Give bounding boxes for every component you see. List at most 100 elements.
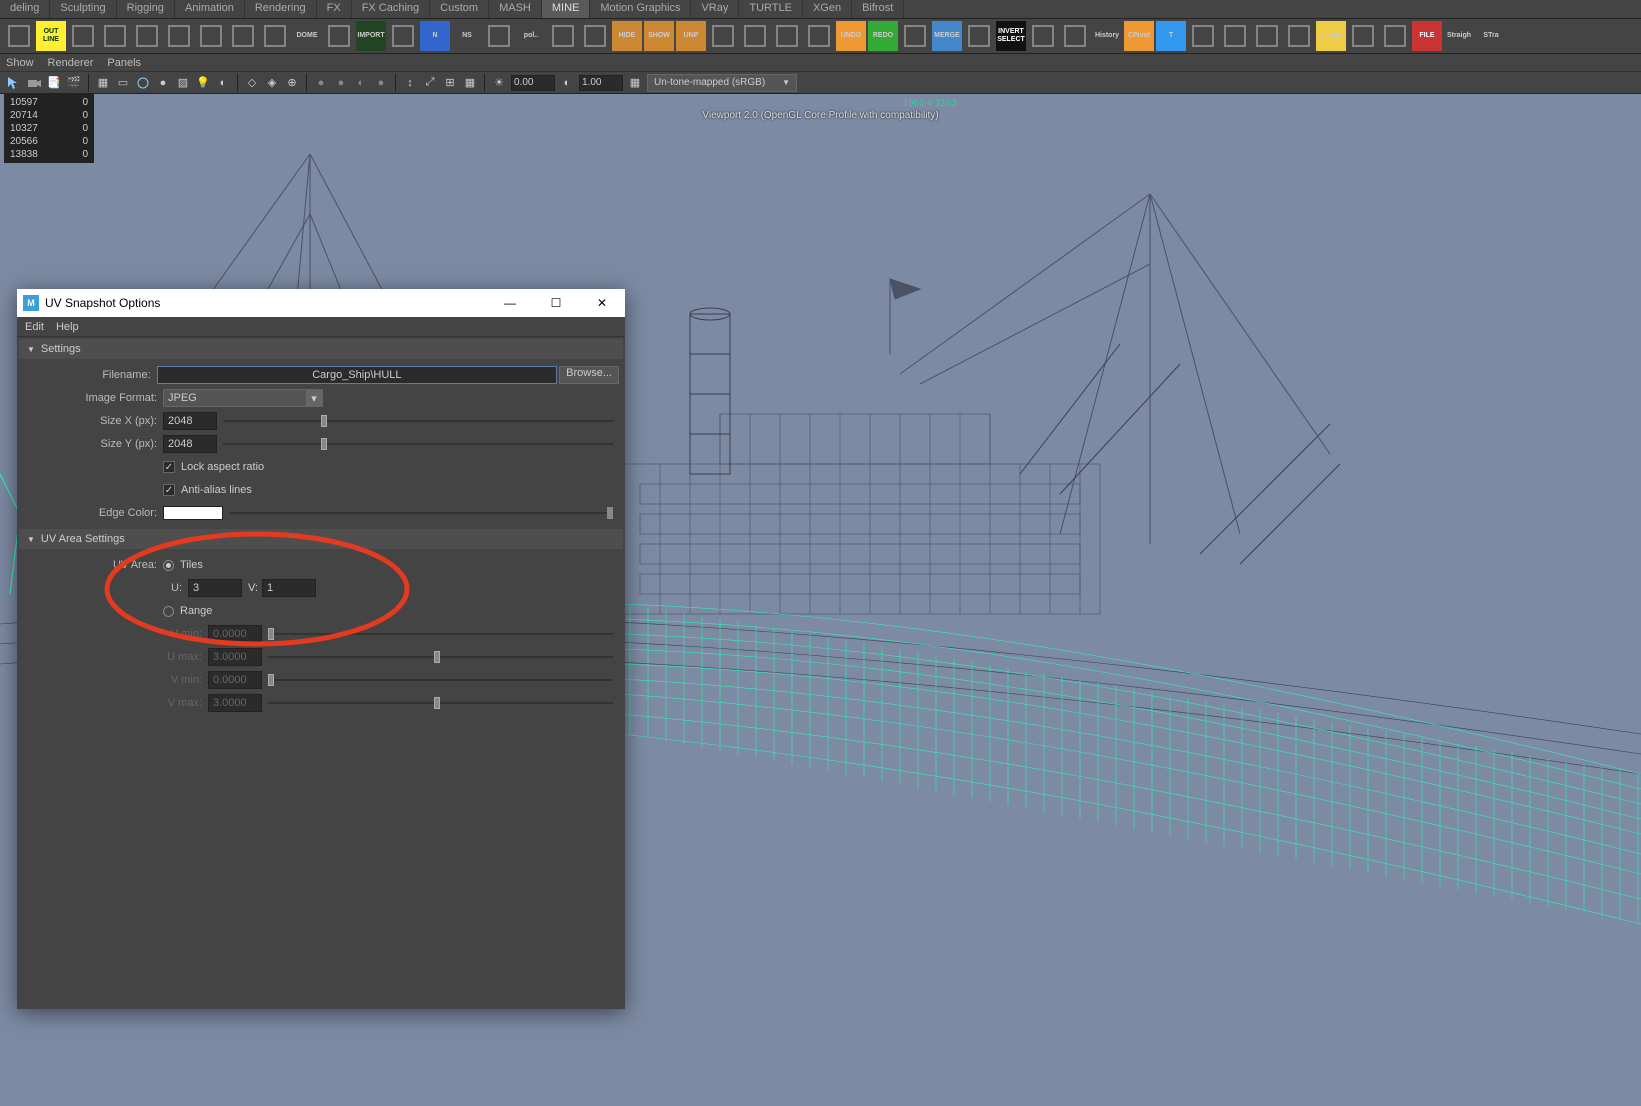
merge-icon[interactable]: MERGE [932,21,962,51]
import-icon[interactable]: IMPORT [356,21,386,51]
u-input[interactable] [188,579,242,597]
sphere2-icon[interactable] [1380,21,1410,51]
xray-joint-icon[interactable]: ⊕ [284,75,300,91]
light-icon[interactable]: 💡 [195,75,211,91]
swirl-icon[interactable] [548,21,578,51]
box2-icon[interactable] [740,21,770,51]
sphere-blue-icon[interactable] [132,21,162,51]
maximize-button[interactable]: ☐ [533,289,579,317]
shadow-icon[interactable]: ◐ [215,75,231,91]
cube3d-icon[interactable] [580,21,610,51]
box9-icon[interactable] [1348,21,1378,51]
grid-icon[interactable] [228,21,258,51]
dot2-icon[interactable]: ● [333,75,349,91]
redo-icon[interactable]: REDO [868,21,898,51]
invert-icon[interactable]: INVERTSELECT [996,21,1026,51]
gate-icon[interactable]: ▭ [115,75,131,91]
close-button[interactable]: ✕ [579,289,625,317]
tool7-icon[interactable]: ⊞ [442,75,458,91]
range-radio[interactable] [163,606,174,617]
shelf-tab-mash[interactable]: MASH [489,0,542,18]
shelf-tab-sculpting[interactable]: Sculpting [50,0,116,18]
box1-icon[interactable] [708,21,738,51]
tool5-icon[interactable]: ↕ [402,75,418,91]
tool6-icon[interactable]: ⤢ [422,75,438,91]
panel-menu-renderer[interactable]: Renderer [48,57,94,69]
ns-icon[interactable]: NS [452,21,482,51]
filename-input[interactable] [157,366,558,384]
xray-icon[interactable]: ◈ [264,75,280,91]
select-tool-icon[interactable] [6,75,22,91]
blue1-icon[interactable] [900,21,930,51]
box6-icon[interactable] [1220,21,1250,51]
dialog-titlebar[interactable]: M UV Snapshot Options — ☐ ✕ [17,289,625,317]
settings-section-header[interactable]: Settings [19,339,623,359]
dome-icon[interactable]: DOME [292,21,322,51]
checker-icon[interactable] [388,21,418,51]
browse-button[interactable]: Browse... [559,366,619,384]
shelf-tab-turtle[interactable]: TURTLE [739,0,803,18]
sizey-slider[interactable] [223,435,613,453]
grid-icon[interactable]: ▦ [95,75,111,91]
shelf-tab-fx caching[interactable]: FX Caching [352,0,430,18]
film-icon[interactable]: 🎬 [66,75,82,91]
box8-icon[interactable] [1284,21,1314,51]
shelf-tab-vray[interactable]: VRay [691,0,739,18]
textured-icon[interactable]: ▨ [175,75,191,91]
diamond-icon[interactable] [1188,21,1218,51]
dot4-icon[interactable]: ● [373,75,389,91]
box3-icon[interactable] [772,21,802,51]
spot-icon[interactable] [324,21,354,51]
yellow1-icon[interactable] [1028,21,1058,51]
outline-icon[interactable]: OUTLINE [36,21,66,51]
shelf-tab-rigging[interactable]: Rigging [117,0,175,18]
image-format-dropdown[interactable]: JPEG▾ [163,389,323,407]
t-icon-icon[interactable]: T [1156,21,1186,51]
edge-color-slider[interactable] [229,504,613,522]
exposure-icon[interactable]: ☀ [491,75,507,91]
combine-icon[interactable] [1060,21,1090,51]
box5-icon[interactable] [964,21,994,51]
cpivot-icon[interactable]: CPivot [1124,21,1154,51]
undo-icon[interactable]: UNDO [836,21,866,51]
camera-icon[interactable] [26,75,42,91]
gamma-icon[interactable]: ◐ [559,75,575,91]
shelf-tab-bifrost[interactable]: Bifrost [852,0,904,18]
color-management-dropdown[interactable]: Un-tone-mapped (sRGB) [647,74,797,92]
sizex-slider[interactable] [223,412,613,430]
stra-icon[interactable]: STra [1476,21,1506,51]
minimize-button[interactable]: — [487,289,533,317]
tool8-icon[interactable]: ▦ [462,75,478,91]
lock-aspect-checkbox[interactable] [163,461,175,473]
dialog-menu-edit[interactable]: Edit [25,321,44,333]
dialog-menu-help[interactable]: Help [56,321,79,333]
shaded-icon[interactable]: ● [155,75,171,91]
corner-icon[interactable] [260,21,290,51]
box7-icon[interactable] [1252,21,1282,51]
panel-menu-show[interactable]: Show [6,57,34,69]
cube-icon[interactable] [4,21,34,51]
shelf-tab-motion graphics[interactable]: Motion Graphics [590,0,691,18]
cyan-icon[interactable] [484,21,514,51]
shelf-tab-mine[interactable]: MINE [542,0,591,18]
sphere-grey-icon[interactable] [100,21,130,51]
sunny-icon[interactable]: sunny [1316,21,1346,51]
dot1-icon[interactable]: ● [313,75,329,91]
isolate-icon[interactable]: ◇ [244,75,260,91]
tiles-radio[interactable] [163,560,174,571]
poly-icon[interactable]: pol.. [516,21,546,51]
box4-icon[interactable] [804,21,834,51]
bookmark-icon[interactable]: 📑 [46,75,62,91]
file-icon[interactable]: FILE [1412,21,1442,51]
panel-menu-panels[interactable]: Panels [107,57,141,69]
lattice-icon[interactable] [68,21,98,51]
dot3-icon[interactable]: ◐ [353,75,369,91]
shelf-tab-fx[interactable]: FX [317,0,352,18]
shelf-tab-animation[interactable]: Animation [175,0,245,18]
v-input[interactable] [262,579,316,597]
shelf-tab-deling[interactable]: deling [0,0,50,18]
wireframe-icon[interactable] [135,75,151,91]
torus-icon[interactable] [164,21,194,51]
show-icon[interactable]: SHOW [644,21,674,51]
layers-icon[interactable] [196,21,226,51]
